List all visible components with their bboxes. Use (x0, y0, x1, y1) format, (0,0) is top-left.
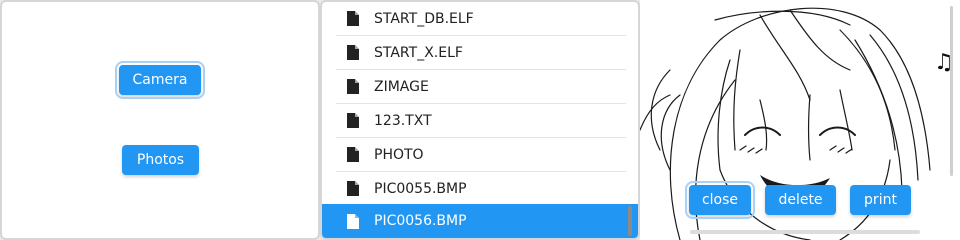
file-name: PIC0055.BMP (374, 180, 467, 197)
print-button[interactable]: print (850, 185, 911, 215)
file-icon (342, 213, 364, 229)
file-row[interactable]: START_DB.ELF (336, 2, 626, 36)
viewer-horizontal-scrollbar[interactable] (690, 230, 920, 234)
viewer-vertical-scrollbar[interactable] (950, 6, 953, 176)
file-icon (342, 45, 364, 60)
file-list-scrollbar[interactable] (628, 206, 632, 236)
file-name: ZIMAGE (374, 78, 429, 95)
file-icon (342, 79, 364, 94)
close-button[interactable]: close (685, 181, 755, 219)
launcher-panel (0, 0, 320, 240)
file-name: START_DB.ELF (374, 10, 474, 27)
file-icon (342, 113, 364, 128)
camera-button[interactable]: Camera (115, 61, 205, 99)
file-row[interactable]: ZIMAGE (336, 70, 626, 104)
file-row-selected[interactable]: PIC0056.BMP (322, 204, 638, 238)
file-row[interactable]: 123.TXT (336, 104, 626, 138)
delete-button[interactable]: delete (765, 185, 836, 215)
file-name: PHOTO (374, 146, 424, 163)
file-icon (342, 11, 364, 26)
file-icon (342, 147, 364, 162)
file-name: 123.TXT (374, 112, 432, 129)
file-name: START_X.ELF (374, 44, 463, 61)
file-icon (342, 181, 364, 196)
file-row[interactable]: PHOTO (336, 138, 626, 172)
file-row[interactable]: START_X.ELF (336, 36, 626, 70)
file-name: PIC0056.BMP (374, 213, 467, 229)
photos-button[interactable]: Photos (122, 145, 199, 175)
file-row[interactable]: PIC0055.BMP (336, 172, 626, 206)
file-list-panel: START_DB.ELF START_X.ELF ZIMAGE 123.TXT … (320, 0, 640, 240)
